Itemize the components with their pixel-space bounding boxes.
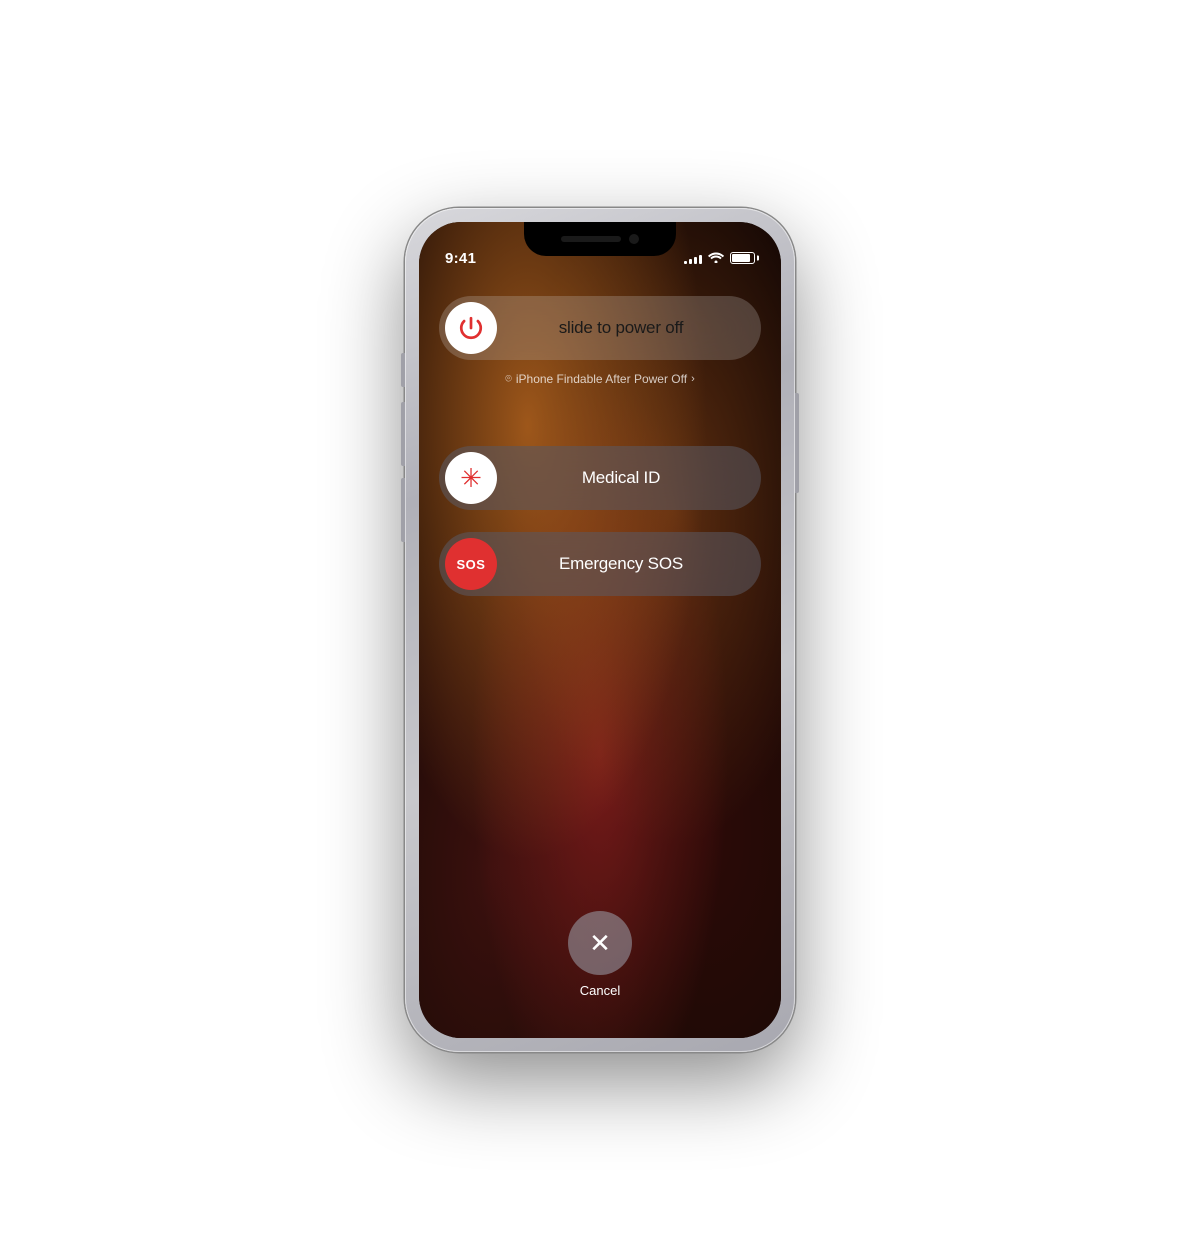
sos-icon-circle: SOS [445,538,497,590]
power-icon [458,315,484,341]
emergency-sos-button[interactable]: SOS Emergency SOS [439,532,761,596]
power-off-slider[interactable]: slide to power off [439,296,761,360]
status-icons [684,251,755,265]
front-camera [629,234,639,244]
close-icon: ✕ [589,930,611,956]
screen-content: slide to power off ⌾ iPhone Findable Aft… [419,280,781,1038]
medical-id-button[interactable]: ✳ Medical ID [439,446,761,510]
volume-down-button[interactable] [401,478,405,542]
signal-bar-1 [684,261,687,264]
wifi-icon [708,251,724,265]
cancel-area: ✕ Cancel [568,911,632,998]
notch [524,222,676,256]
findable-text[interactable]: ⌾ iPhone Findable After Power Off › [505,372,695,386]
side-button[interactable] [795,393,799,493]
mute-button[interactable] [401,353,405,387]
battery-fill [732,254,750,262]
signal-strength-icon [684,252,702,264]
emergency-sos-label: Emergency SOS [497,554,755,574]
signal-bar-2 [689,259,692,264]
speaker-grille [561,236,621,242]
volume-up-button[interactable] [401,402,405,466]
cancel-label: Cancel [580,983,620,998]
findable-label: iPhone Findable After Power Off [516,372,687,386]
slider-track[interactable]: slide to power off [439,296,761,360]
phone-screen: 9:41 [419,222,781,1038]
power-off-label: slide to power off [497,318,755,338]
signal-bar-4 [699,255,702,264]
medical-id-icon-circle: ✳ [445,452,497,504]
findable-radio-icon: ⌾ [505,373,512,386]
iphone-frame: 9:41 [405,208,795,1052]
power-slider-thumb[interactable] [445,302,497,354]
chevron-right-icon: › [691,373,695,385]
medical-id-label: Medical ID [497,468,755,488]
medical-star-icon: ✳ [460,465,482,491]
status-time: 9:41 [445,250,476,267]
sos-icon: SOS [457,557,486,572]
cancel-button[interactable]: ✕ [568,911,632,975]
signal-bar-3 [694,257,697,264]
battery-icon [730,252,755,264]
